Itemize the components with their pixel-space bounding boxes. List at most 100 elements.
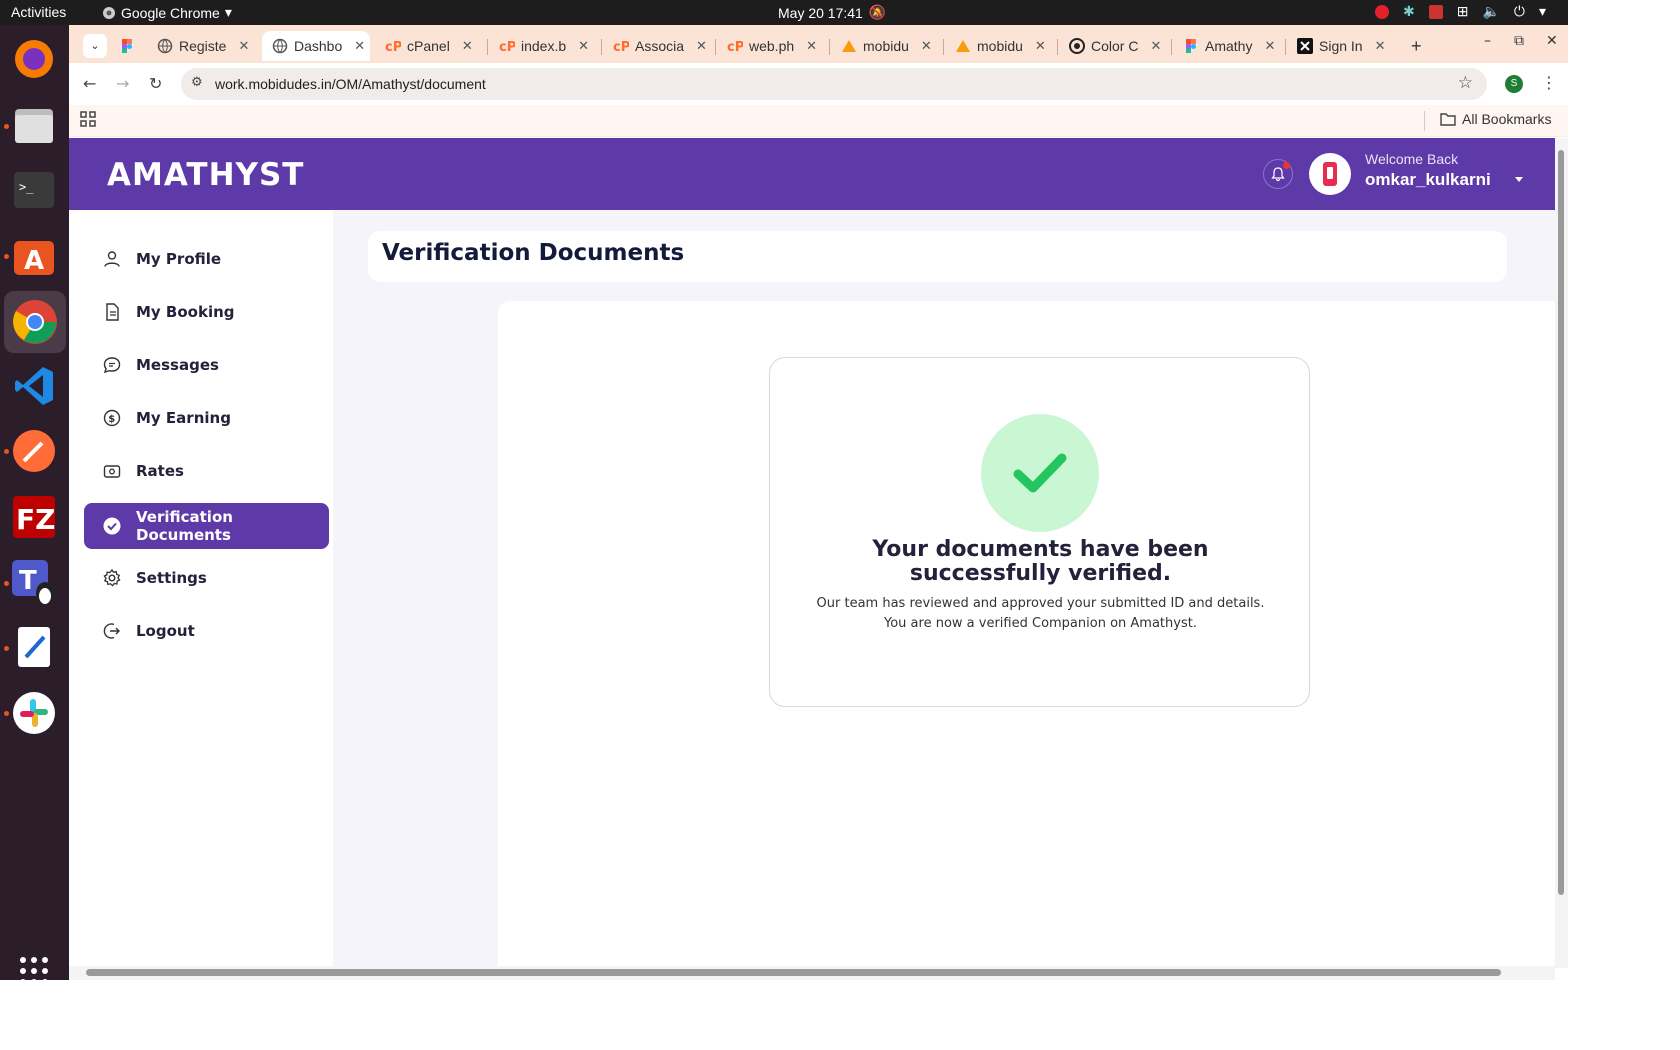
chevron-down-icon[interactable] xyxy=(1515,177,1523,182)
tab-label: cPanel xyxy=(407,38,450,54)
all-bookmarks-label: All Bookmarks xyxy=(1462,111,1552,127)
back-icon[interactable]: ← xyxy=(83,74,96,93)
slack-tray-icon[interactable]: ✱ xyxy=(1403,3,1415,20)
close-icon[interactable]: ✕ xyxy=(238,38,249,54)
system-tray[interactable]: ✱ ⊞ 🔈 ⏻ ▾ xyxy=(1374,3,1546,20)
tab-0[interactable]: Registe ✕ xyxy=(147,31,249,61)
money-icon xyxy=(103,465,121,478)
vscode-icon[interactable] xyxy=(10,362,58,410)
site-logo[interactable]: AMATHYST xyxy=(107,157,304,193)
tab-6[interactable]: mobidu ✕ xyxy=(831,31,932,61)
sidebar-item-my-earning[interactable]: $ My Earning xyxy=(84,395,329,441)
sidebar-item-messages[interactable]: Messages xyxy=(84,342,329,388)
slack-icon[interactable] xyxy=(10,689,58,737)
site-settings-icon[interactable]: ⚙ xyxy=(191,75,203,90)
firefox-icon[interactable] xyxy=(10,35,58,83)
avatar[interactable] xyxy=(1309,153,1351,195)
reload-icon[interactable]: ↻ xyxy=(149,74,162,93)
sidebar-item-my-profile[interactable]: My Profile xyxy=(84,236,329,282)
terminal-icon[interactable]: >_ xyxy=(10,166,58,214)
chevron-down-icon[interactable]: ▾ xyxy=(1539,3,1546,20)
app-center-icon[interactable]: A xyxy=(10,231,58,279)
horizontal-scrollbar[interactable] xyxy=(69,966,1555,980)
menu-icon[interactable]: ⋮ xyxy=(1541,73,1557,92)
close-icon[interactable]: ✕ xyxy=(1375,38,1386,54)
restore-icon[interactable]: ⧉ xyxy=(1514,33,1524,49)
files-icon[interactable] xyxy=(10,101,58,149)
sidebar-item-settings[interactable]: Settings xyxy=(84,555,329,601)
tab-1[interactable]: Dashbo ✕ xyxy=(262,31,370,61)
url-text[interactable]: work.mobidudes.in/OM/Amathyst/document xyxy=(215,76,486,92)
power-icon[interactable]: ⏻ xyxy=(1514,3,1525,20)
tab-label: Dashbo xyxy=(294,38,343,54)
tab-label: mobidu xyxy=(863,38,909,54)
text-editor-icon[interactable] xyxy=(10,623,58,671)
network-icon[interactable]: ⊞ xyxy=(1457,3,1469,20)
do-not-disturb-icon[interactable] xyxy=(1374,4,1389,19)
profile-avatar[interactable]: S xyxy=(1505,75,1523,93)
vertical-scrollbar[interactable] xyxy=(1555,138,1568,968)
tab-3[interactable]: cP index.b ✕ xyxy=(489,31,589,61)
notification-button[interactable] xyxy=(1263,159,1293,189)
sidebar-item-label: My Profile xyxy=(136,250,222,268)
tab-pinned[interactable] xyxy=(109,31,135,61)
folder-icon xyxy=(1440,113,1456,126)
close-icon[interactable]: ✕ xyxy=(921,38,932,54)
tab-search-button[interactable]: ⌄ xyxy=(73,31,107,61)
close-icon[interactable]: ✕ xyxy=(354,38,365,54)
close-icon[interactable]: ✕ xyxy=(1150,38,1161,54)
minimize-icon[interactable]: – xyxy=(1484,33,1491,49)
tab-5[interactable]: cP web.ph ✕ xyxy=(717,31,817,61)
sidebar-item-verification-documents[interactable]: Verification Documents xyxy=(84,503,329,549)
sidebar-item-label: Logout xyxy=(136,622,195,640)
dollar-icon: $ xyxy=(103,409,121,427)
sidebar-item-rates[interactable]: Rates xyxy=(84,448,329,494)
globe-icon xyxy=(157,38,173,54)
chrome-dock-icon[interactable] xyxy=(4,291,66,353)
cpanel-icon: cP xyxy=(613,40,629,54)
tab-4[interactable]: cP Associa ✕ xyxy=(603,31,707,61)
tab-label: Color C xyxy=(1091,38,1139,54)
app-menu[interactable]: Google Chrome ▾ xyxy=(102,4,232,21)
forward-icon[interactable]: → xyxy=(116,74,129,93)
notification-dot xyxy=(1283,162,1290,169)
tab-10[interactable]: Sign In ✕ xyxy=(1287,31,1386,61)
pma-icon xyxy=(956,40,970,52)
cpanel-icon: cP xyxy=(499,40,515,54)
clock-text: May 20 17:41 xyxy=(778,4,863,21)
user-name[interactable]: omkar_kulkarni xyxy=(1365,170,1491,190)
close-icon[interactable]: ✕ xyxy=(806,38,817,54)
postman-icon[interactable] xyxy=(10,427,58,475)
close-icon[interactable]: ✕ xyxy=(696,38,707,54)
sidebar-item-my-booking[interactable]: My Booking xyxy=(84,289,329,335)
filezilla-icon[interactable]: FZ xyxy=(10,493,58,541)
teams-tray-icon[interactable] xyxy=(1428,4,1443,19)
sidebar-item-label: My Booking xyxy=(136,303,235,321)
close-icon[interactable]: ✕ xyxy=(578,38,589,54)
tab-7[interactable]: mobidu ✕ xyxy=(945,31,1046,61)
clock[interactable]: May 20 17:41 🔕 xyxy=(778,4,886,21)
close-icon[interactable]: ✕ xyxy=(462,38,473,54)
close-icon[interactable]: ✕ xyxy=(1035,38,1046,54)
sidebar-item-logout[interactable]: Logout xyxy=(84,608,329,654)
tab-9[interactable]: Amathy ✕ xyxy=(1173,31,1275,61)
new-tab-button[interactable]: + xyxy=(1401,31,1422,61)
volume-icon[interactable]: 🔈 xyxy=(1482,3,1499,20)
teams-linux-icon[interactable]: T xyxy=(10,558,58,606)
check-circle-icon xyxy=(103,517,121,535)
apps-icon[interactable] xyxy=(80,111,96,131)
sidebar-item-label: Settings xyxy=(136,569,207,587)
tab-2[interactable]: cP cPanel ✕ xyxy=(375,31,473,61)
content-panel: Your documents have been successfully ve… xyxy=(498,301,1555,968)
window-close-icon[interactable]: ✕ xyxy=(1546,33,1558,49)
activities-button[interactable]: Activities xyxy=(11,4,66,20)
chrome-icon xyxy=(103,6,115,19)
close-icon[interactable]: ✕ xyxy=(1264,38,1275,54)
logout-icon xyxy=(103,623,120,639)
show-apps-icon[interactable] xyxy=(18,955,50,987)
tab-8[interactable]: Color C ✕ xyxy=(1059,31,1161,61)
figma-icon xyxy=(122,39,132,53)
omnibox[interactable]: ⚙ work.mobidudes.in/OM/Amathyst/document… xyxy=(181,68,1487,100)
star-icon[interactable]: ☆ xyxy=(1458,73,1473,93)
all-bookmarks-button[interactable]: All Bookmarks xyxy=(1440,111,1551,127)
